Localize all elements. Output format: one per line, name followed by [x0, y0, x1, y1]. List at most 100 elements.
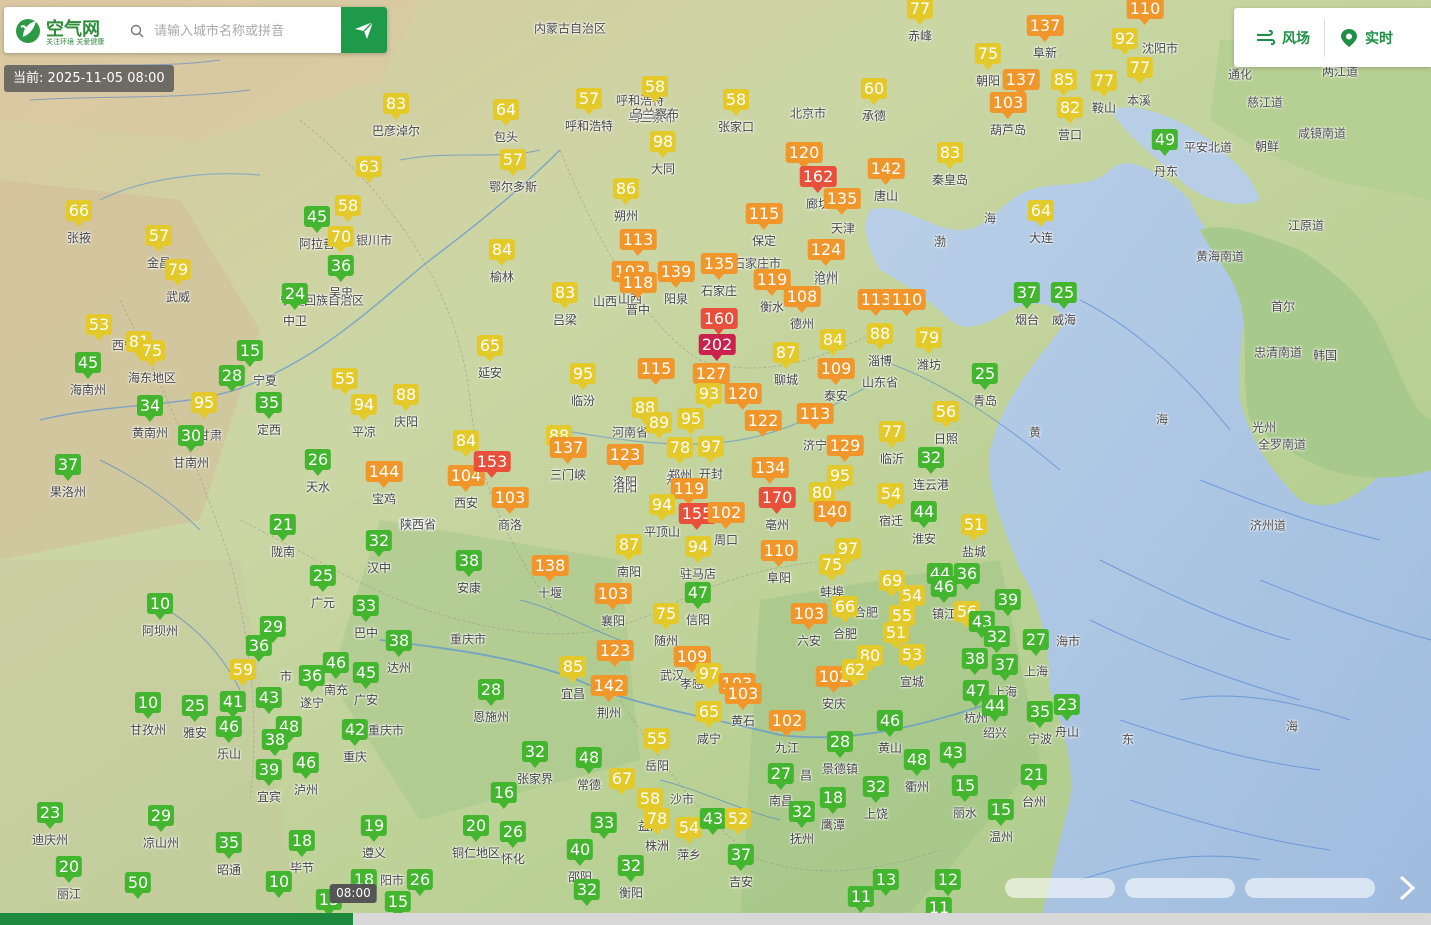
aqi-station-marker[interactable]: 134	[751, 457, 789, 484]
aqi-station-marker[interactable]: 137 阜新	[1026, 15, 1064, 61]
aqi-station-marker[interactable]: 48 衢州	[903, 749, 931, 795]
aqi-station-marker[interactable]: 103 葫芦岛	[989, 92, 1027, 138]
aqi-station-marker[interactable]: 75 随州	[652, 603, 680, 649]
aqi-station-marker[interactable]: 78 郑州	[666, 437, 694, 483]
aqi-station-marker[interactable]: 29 凉山州	[143, 805, 179, 851]
aqi-station-marker[interactable]: 57 呼和浩特	[565, 88, 613, 134]
aqi-station-marker[interactable]: 18 毕节	[288, 830, 316, 876]
aqi-station-marker[interactable]: 55	[331, 368, 359, 395]
aqi-station-marker[interactable]: 18 鹰潭	[819, 787, 847, 833]
aqi-station-marker[interactable]: 44 淮安	[910, 501, 938, 547]
aqi-station-marker[interactable]: 26 天水	[304, 449, 332, 495]
aqi-station-marker[interactable]: 118 晋中	[619, 272, 657, 318]
aqi-station-marker[interactable]: 92	[1111, 28, 1139, 55]
aqi-station-marker[interactable]: 46 南充	[322, 652, 350, 698]
aqi-station-marker[interactable]: 87 聊城	[772, 342, 800, 388]
realtime-button[interactable]: 实时	[1339, 28, 1393, 48]
aqi-station-marker[interactable]: 32 抚州	[788, 801, 816, 847]
aqi-station-marker[interactable]: 86 朔州	[612, 178, 640, 224]
aqi-station-marker[interactable]: 51 盐城	[960, 514, 988, 560]
aqi-station-marker[interactable]: 85 宜昌	[559, 656, 587, 702]
aqi-station-marker[interactable]: 153	[473, 451, 511, 478]
aqi-station-marker[interactable]: 94 驻马店	[680, 536, 716, 582]
aqi-station-marker[interactable]: 62	[841, 659, 869, 686]
aqi-station-marker[interactable]: 83 吕梁	[551, 282, 579, 328]
aqi-station-marker[interactable]: 53 宣城	[898, 644, 926, 690]
aqi-station-marker[interactable]: 32	[573, 879, 601, 906]
aqi-station-marker[interactable]: 32 连云港	[913, 447, 949, 493]
aqi-station-marker[interactable]: 98 大同	[649, 131, 677, 177]
aqi-station-marker[interactable]: 129	[826, 435, 864, 462]
aqi-station-marker[interactable]: 88 庆阳	[392, 384, 420, 430]
aqi-station-marker[interactable]: 32 上饶	[862, 776, 890, 822]
aqi-station-marker[interactable]: 28	[218, 365, 246, 392]
aqi-station-marker[interactable]: 38	[261, 729, 289, 756]
aqi-station-marker[interactable]: 20 铜仁地区	[452, 815, 500, 861]
aqi-station-marker[interactable]: 58 乌兰察布	[631, 76, 679, 122]
aqi-station-marker[interactable]: 97 开封	[697, 436, 725, 482]
aqi-station-marker[interactable]: 49	[1151, 129, 1179, 156]
aqi-station-marker[interactable]: 94 平凉	[350, 394, 378, 440]
aqi-station-marker[interactable]: 56 日照	[932, 401, 960, 447]
aqi-station-marker[interactable]: 34 黄南州	[132, 395, 168, 441]
aqi-station-marker[interactable]: 110	[1126, 0, 1164, 25]
aqi-station-marker[interactable]: 142 唐山	[867, 158, 905, 204]
aqi-station-marker[interactable]: 75 朝阳	[974, 43, 1002, 89]
aqi-station-marker[interactable]: 54 宿迁	[877, 483, 905, 529]
site-logo[interactable]: 空气网 关注环境 关爱健康	[14, 15, 124, 46]
aqi-station-marker[interactable]: 52	[724, 808, 752, 835]
aqi-station-marker[interactable]: 84	[819, 329, 847, 356]
aqi-station-marker[interactable]: 57 鄂尔多斯	[489, 149, 537, 195]
aqi-station-marker[interactable]: 26 怀化	[499, 821, 527, 867]
aqi-station-marker[interactable]: 13	[872, 869, 900, 896]
aqi-station-marker[interactable]: 75 海东地区	[128, 340, 176, 386]
aqi-station-marker[interactable]: 58 张家口	[718, 89, 754, 135]
aqi-station-marker[interactable]: 35 宁波	[1026, 701, 1054, 747]
aqi-station-marker[interactable]: 83 秦皇岛	[932, 142, 968, 188]
aqi-station-marker[interactable]: 95	[677, 408, 705, 435]
aqi-station-marker[interactable]: 63	[355, 156, 383, 183]
aqi-station-marker[interactable]: 15 温州	[987, 799, 1015, 845]
aqi-station-marker[interactable]: 202	[698, 334, 736, 361]
aqi-station-marker[interactable]: 33 巴中	[352, 595, 380, 641]
aqi-station-marker[interactable]: 103 六安	[790, 603, 828, 649]
aqi-station-marker[interactable]: 65 咸宁	[695, 701, 723, 747]
aqi-station-marker[interactable]: 30 甘南州	[173, 425, 209, 471]
aqi-station-marker[interactable]: 32 汉中	[365, 530, 393, 576]
aqi-station-marker[interactable]: 20 丽江	[55, 856, 83, 902]
aqi-station-marker[interactable]: 46 泸州	[292, 752, 320, 798]
aqi-station-marker[interactable]: 35 定西	[255, 392, 283, 438]
aqi-station-marker[interactable]: 137 三门峡	[549, 437, 587, 483]
aqi-station-marker[interactable]: 64 包头	[492, 99, 520, 145]
aqi-station-marker[interactable]: 37 上海	[991, 654, 1019, 700]
aqi-station-marker[interactable]: 135 石家庄	[700, 253, 738, 299]
aqi-station-marker[interactable]: 113	[619, 229, 657, 256]
aqi-station-marker[interactable]: 60 承德	[860, 78, 888, 124]
aqi-station-marker[interactable]: 10 甘孜州	[130, 692, 166, 738]
aqi-station-marker[interactable]: 27	[1022, 629, 1050, 656]
aqi-station-marker[interactable]: 67	[608, 768, 636, 795]
aqi-station-marker[interactable]: 124 沧州	[807, 239, 845, 285]
aqi-station-marker[interactable]: 59	[229, 659, 257, 686]
aqi-station-marker[interactable]: 28 景德镇	[822, 731, 858, 777]
aqi-station-marker[interactable]: 75 蚌埠	[818, 554, 846, 600]
aqi-station-marker[interactable]: 10	[265, 871, 293, 898]
aqi-station-marker[interactable]: 16	[490, 782, 518, 809]
aqi-station-marker[interactable]: 36 吴忠	[327, 255, 355, 301]
aqi-station-marker[interactable]: 120	[724, 383, 762, 410]
aqi-station-marker[interactable]: 102 九江	[768, 710, 806, 756]
aqi-station-marker[interactable]: 37 烟台	[1013, 282, 1041, 328]
aqi-station-marker[interactable]: 43	[699, 808, 727, 835]
aqi-station-marker[interactable]: 108 德州	[783, 286, 821, 332]
time-slider[interactable]: 08:00	[0, 884, 1431, 925]
aqi-station-marker[interactable]: 28 恩施州	[473, 679, 509, 725]
aqi-station-marker[interactable]: 82 营口	[1056, 97, 1084, 143]
aqi-station-marker[interactable]: 24 中卫	[281, 283, 309, 329]
aqi-station-marker[interactable]: 138 十堰	[531, 555, 569, 601]
aqi-station-marker[interactable]: 36	[245, 635, 273, 662]
aqi-station-marker[interactable]: 123 洛阳	[606, 444, 644, 490]
aqi-station-marker[interactable]: 53	[85, 314, 113, 341]
aqi-station-marker[interactable]: 15	[236, 340, 264, 367]
aqi-station-marker[interactable]: 170 亳州	[758, 487, 796, 533]
aqi-station-marker[interactable]: 115 保定	[745, 203, 783, 249]
